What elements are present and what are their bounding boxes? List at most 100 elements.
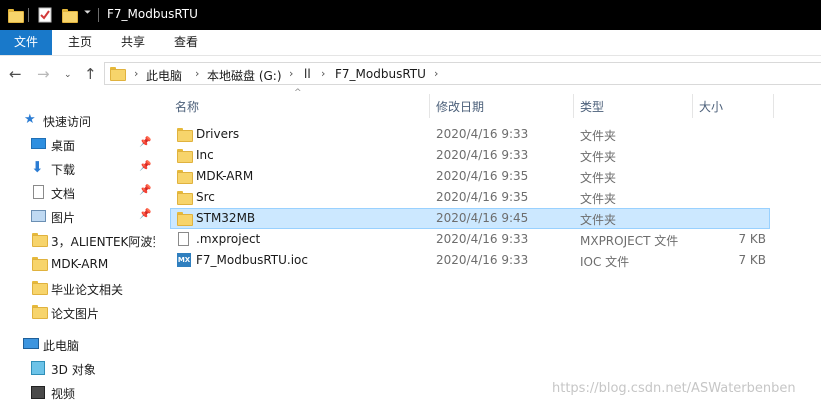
folder-icon (110, 67, 126, 81)
sidebar-item-label: 快速访问 (43, 115, 92, 129)
breadcrumb-ll[interactable]: ll (304, 67, 311, 81)
sidebar-item-label: MDK-ARM (51, 257, 109, 271)
table-row[interactable]: Drivers 2020/4/16 9:33 文件夹 (170, 124, 770, 145)
sidebar-item-documents[interactable]: 文档 📌 (0, 180, 158, 204)
breadcrumb-chevron-icon[interactable]: › (321, 67, 325, 80)
sidebar-item-3d-objects[interactable]: 3D 对象 (0, 356, 158, 380)
toolbar-divider (98, 8, 99, 22)
table-row-selected[interactable]: STM32MB 2020/4/16 9:45 文件夹 (170, 208, 770, 229)
folder-icon (177, 127, 193, 142)
file-name: Drivers (196, 127, 240, 141)
table-row[interactable]: MDK-ARM 2020/4/16 9:35 文件夹 (170, 166, 770, 187)
sidebar-item-label: 3，ALIENTEK阿波罗 (51, 235, 155, 249)
window-title: F7_ModbusRTU (107, 7, 198, 21)
folder-icon (32, 281, 48, 295)
tab-file[interactable]: 文件 (0, 30, 52, 55)
download-arrow-icon: ⬇ (31, 158, 44, 176)
column-header-type[interactable]: 类型 (574, 92, 692, 118)
table-row[interactable]: Inc 2020/4/16 9:33 文件夹 (170, 145, 770, 166)
folder-icon (177, 148, 193, 163)
file-name: .mxproject (196, 232, 261, 246)
breadcrumb-chevron-icon[interactable]: › (195, 67, 199, 80)
sidebar-item-label: 图片 (51, 211, 76, 225)
file-date: 2020/4/16 9:35 (436, 190, 529, 204)
file-date: 2020/4/16 9:45 (436, 211, 529, 225)
folder-icon (32, 305, 48, 319)
folder-icon (177, 211, 193, 226)
tab-share[interactable]: 共享 (107, 30, 159, 55)
sidebar-item-downloads[interactable]: ⬇ 下载 📌 (0, 156, 158, 180)
file-type: 文件夹 (580, 150, 617, 164)
desktop-icon (31, 138, 46, 149)
file-name: Src (196, 190, 215, 204)
table-row[interactable]: .mxproject 2020/4/16 9:33 MXPROJECT 文件 7… (170, 229, 770, 250)
sidebar-item-videos[interactable]: 视频 (0, 380, 158, 404)
breadcrumb-chevron-icon[interactable]: › (134, 67, 138, 80)
table-row[interactable]: Src 2020/4/16 9:35 文件夹 (170, 187, 770, 208)
file-icon (178, 232, 189, 246)
pin-icon[interactable]: 📌 (139, 137, 151, 148)
column-header-name[interactable]: 名称 (170, 92, 428, 118)
file-type: 文件夹 (580, 171, 617, 185)
column-divider[interactable] (773, 94, 774, 118)
file-size: 7 KB (738, 253, 766, 267)
tab-view[interactable]: 查看 (160, 30, 212, 55)
sidebar-item-recent-folder[interactable]: 3，ALIENTEK阿波罗 (0, 228, 158, 252)
tab-home[interactable]: 主页 (54, 30, 106, 55)
file-type: MXPROJECT 文件 (580, 234, 679, 248)
forward-arrow-icon[interactable]: → (37, 65, 50, 83)
back-arrow-icon[interactable]: ← (9, 65, 22, 83)
ribbon: 文件 主页 共享 查看 (0, 30, 821, 56)
column-header-size[interactable]: 大小 (693, 92, 773, 118)
table-row[interactable]: MX F7_ModbusRTU.ioc 2020/4/16 9:33 IOC 文… (170, 250, 770, 271)
pin-icon[interactable]: 📌 (139, 185, 151, 196)
address-bar[interactable]: › 此电脑 › 本地磁盘 (G:) › ll › F7_ModbusRTU › (104, 62, 821, 85)
sidebar-item-label: 文档 (51, 187, 76, 201)
pin-icon[interactable]: 📌 (139, 209, 151, 220)
file-date: 2020/4/16 9:33 (436, 127, 529, 141)
sidebar-item-recent-folder[interactable]: MDK-ARM (0, 252, 158, 276)
title-bar: ⏷ F7_ModbusRTU (0, 0, 821, 30)
sidebar-item-label: 桌面 (51, 139, 76, 153)
file-type: 文件夹 (580, 192, 617, 206)
sidebar-item-label: 视频 (51, 387, 76, 401)
up-arrow-icon[interactable]: ↑ (84, 65, 97, 83)
new-folder-icon[interactable] (62, 7, 78, 23)
breadcrumb-drive-g[interactable]: 本地磁盘 (G:) (207, 67, 282, 84)
breadcrumb-this-pc[interactable]: 此电脑 (146, 67, 182, 84)
sidebar-item-this-pc[interactable]: 此电脑 (0, 332, 158, 356)
sidebar-item-pictures[interactable]: 图片 📌 (0, 204, 158, 228)
sidebar-item-recent-folder[interactable]: 论文图片 (0, 300, 158, 324)
sidebar-item-recent-folder[interactable]: 毕业论文相关 (0, 276, 158, 300)
folder-icon (8, 7, 24, 23)
document-icon (33, 185, 44, 199)
file-size: 7 KB (738, 232, 766, 246)
cube-icon (31, 361, 45, 375)
column-header-date[interactable]: 修改日期 (430, 92, 573, 118)
watermark-url: https://blog.csdn.net/ASWaterbenben (552, 381, 796, 396)
sidebar-item-label: 毕业论文相关 (51, 283, 124, 297)
picture-icon (31, 210, 46, 222)
file-name: MDK-ARM (196, 169, 254, 183)
video-icon (31, 386, 45, 399)
properties-icon[interactable] (38, 7, 52, 23)
customize-dropdown-icon[interactable]: ⏷ (84, 8, 91, 24)
breadcrumb-chevron-icon[interactable]: › (289, 67, 293, 80)
navigation-bar: ← → ⌄ ↑ › 此电脑 › 本地磁盘 (G:) › ll › F7_Modb… (0, 56, 821, 92)
file-date: 2020/4/16 9:35 (436, 169, 529, 183)
file-name: STM32MB (196, 211, 256, 225)
breadcrumb-chevron-icon[interactable]: › (434, 67, 438, 80)
folder-icon (177, 190, 193, 205)
file-type: 文件夹 (580, 213, 617, 227)
breadcrumb-current-folder[interactable]: F7_ModbusRTU (335, 67, 426, 81)
file-date: 2020/4/16 9:33 (436, 232, 529, 246)
sidebar-item-quick-access[interactable]: ★ 快速访问 (0, 108, 158, 132)
pin-icon[interactable]: 📌 (139, 161, 151, 172)
computer-icon (23, 338, 39, 349)
recent-locations-chevron-icon[interactable]: ⌄ (64, 66, 72, 84)
file-date: 2020/4/16 9:33 (436, 148, 529, 162)
file-name: F7_ModbusRTU.ioc (196, 253, 308, 267)
navigation-pane: ★ 快速访问 桌面 📌 ⬇ 下载 📌 文档 📌 图片 📌 3，ALIENTEK阿… (0, 92, 158, 409)
file-type: 文件夹 (580, 129, 617, 143)
sidebar-item-desktop[interactable]: 桌面 📌 (0, 132, 158, 156)
